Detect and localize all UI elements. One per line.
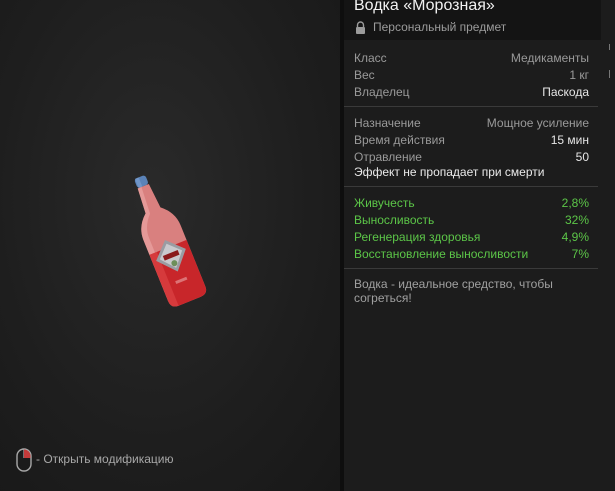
info-label: Вес (354, 68, 375, 82)
item-title: Водка «Морозная» (354, 0, 495, 14)
info-value: Паскода (542, 85, 589, 99)
stat-value: 4,9% (561, 230, 589, 244)
item-details-panel: Водка «Морозная» Персональный предмет Кл… (344, 0, 615, 491)
info-row-owner: Владелец Паскода (354, 85, 589, 101)
info-label: Класс (354, 51, 387, 65)
stat-label: Восстановление выносливости (354, 247, 529, 261)
property-value: Мощное усиление (486, 116, 589, 130)
property-value: 50 (575, 150, 589, 164)
stat-value: 32% (564, 213, 589, 227)
property-value: 15 мин (550, 133, 589, 147)
section-divider (344, 186, 598, 187)
stat-label: Живучесть (354, 196, 415, 210)
personal-item-label: Персональный предмет (373, 20, 507, 34)
section-divider (344, 268, 598, 269)
info-row-class: Класс Медикаменты (354, 51, 589, 67)
property-row-purpose: Назначение Мощное усиление (354, 116, 589, 132)
vodka-bottle-image[interactable] (100, 165, 230, 315)
stat-row: Живучесть 2,8% (354, 196, 589, 212)
effect-note: Эффект не пропадает при смерти (354, 165, 545, 179)
property-row-duration: Время действия 15 мин (354, 133, 589, 149)
stat-label: Выносливость (354, 213, 435, 227)
property-row-poison: Отравление 50 (354, 150, 589, 166)
panel-edge (601, 0, 615, 50)
section-divider (344, 106, 598, 107)
stat-row: Выносливость 32% (354, 213, 589, 229)
item-header: Водка «Морозная» Персональный предмет (344, 0, 601, 40)
property-label: Назначение (354, 116, 421, 130)
info-value: 1 кг (569, 68, 589, 82)
stat-row: Регенерация здоровья 4,9% (354, 230, 589, 246)
info-label: Владелец (354, 85, 410, 99)
item-preview-panel: - Открыть модификацию (0, 0, 340, 491)
stat-row: Восстановление выносливости 7% (354, 247, 589, 263)
open-modification-hint: - Открыть модификацию (36, 452, 174, 466)
mouse-icon (16, 448, 32, 472)
lock-icon (356, 21, 365, 34)
panel-edge-tick (609, 70, 610, 78)
stat-label: Регенерация здоровья (354, 230, 481, 244)
item-description: Водка - идеальное средство, чтобы согрет… (354, 277, 553, 305)
stat-value: 2,8% (561, 196, 589, 210)
info-value: Медикаменты (510, 51, 589, 65)
stat-value: 7% (571, 247, 589, 261)
property-label: Отравление (354, 150, 422, 164)
property-label: Время действия (354, 133, 445, 147)
info-row-weight: Вес 1 кг (354, 68, 589, 84)
